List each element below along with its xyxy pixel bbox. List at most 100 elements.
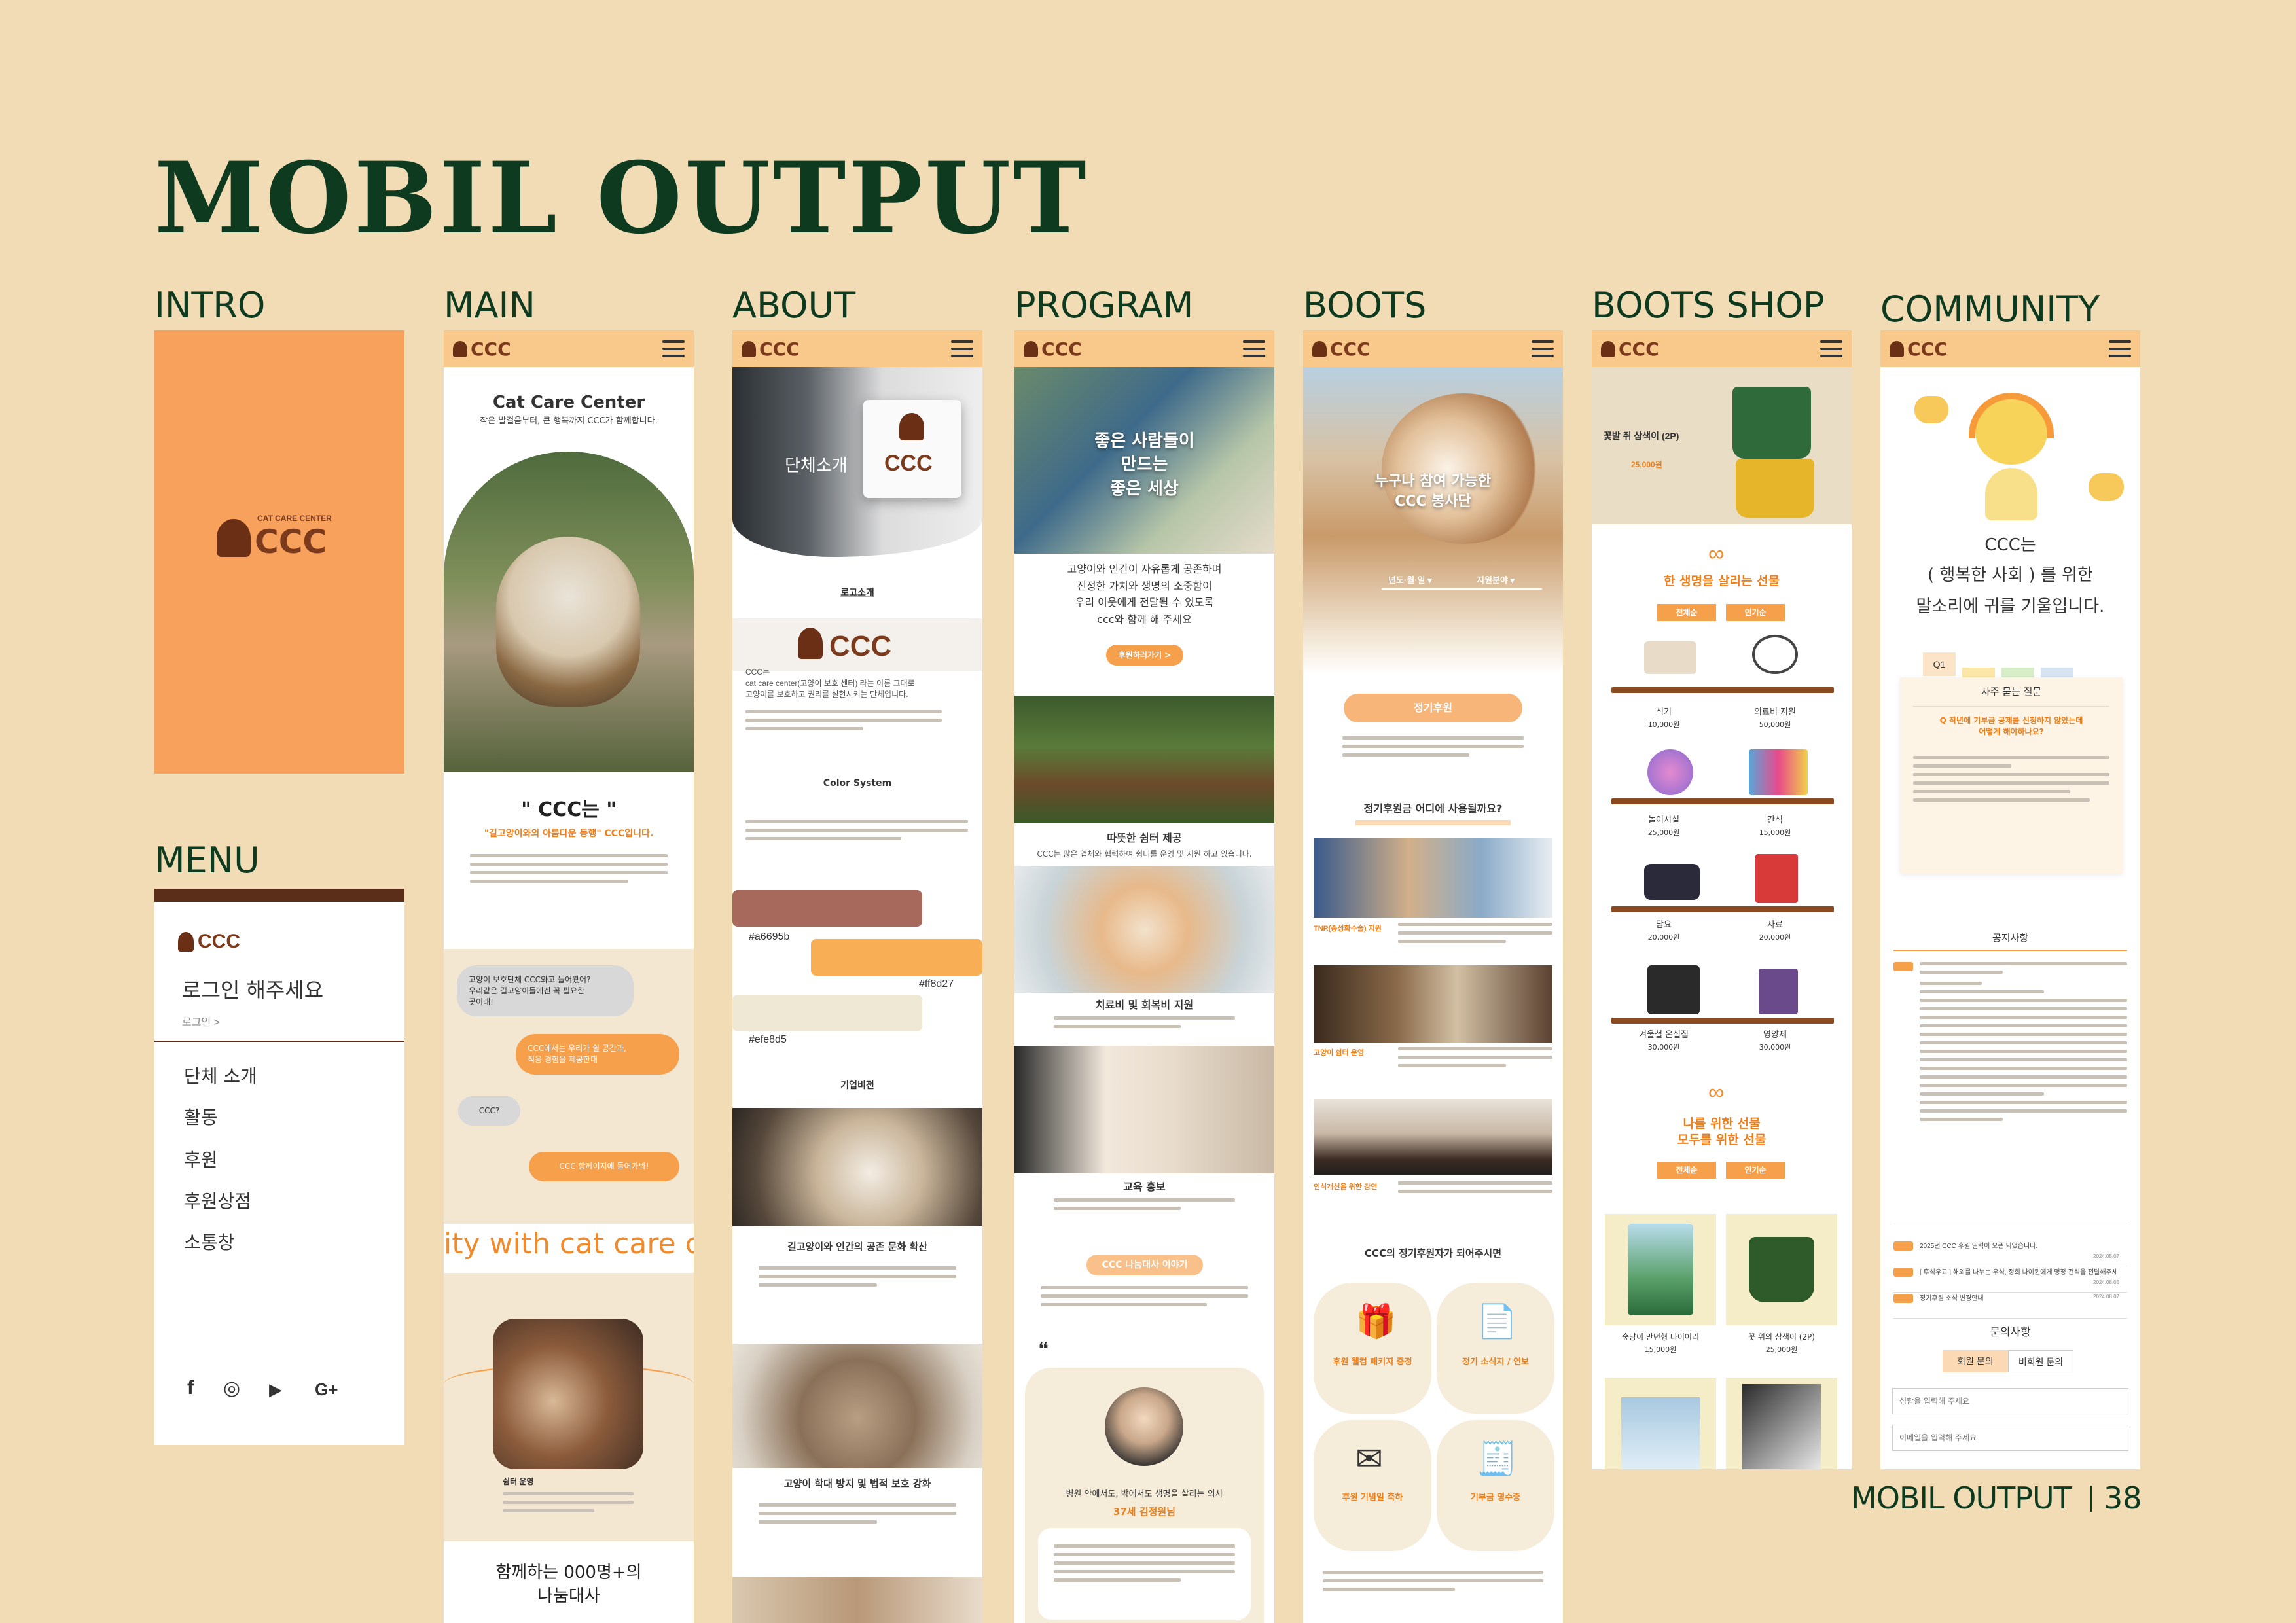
- brand-short-name: CCC: [1619, 338, 1659, 360]
- hamburger-menu-icon[interactable]: [1532, 340, 1554, 357]
- menu-item-activity[interactable]: 활동: [184, 1103, 218, 1130]
- login-title: 로그인 해주세요: [182, 978, 324, 1003]
- ambassador-avatar: [1105, 1387, 1183, 1466]
- hamburger-menu-icon[interactable]: [2109, 340, 2131, 357]
- color-swatch-orange: [811, 939, 982, 976]
- header-logo[interactable]: CCC: [1024, 338, 1082, 360]
- login-link[interactable]: 로그인 >: [182, 1013, 220, 1029]
- logo-showcase: CCC: [732, 618, 982, 671]
- story-sub: 37세 김정원님: [1113, 1506, 1176, 1518]
- magazine-image: [1742, 1384, 1821, 1469]
- ambassador-story-button[interactable]: CCC 나눔대사 이야기: [1086, 1255, 1203, 1275]
- cat-logo-icon: [1601, 341, 1615, 357]
- filter-field-dropdown[interactable]: 지원분야 ▾: [1477, 573, 1515, 586]
- goods-price-mug: 25,000원: [1765, 1346, 1798, 1354]
- header-logo[interactable]: CCC: [1890, 338, 1948, 360]
- receipt-icon: 🧾: [1477, 1440, 1518, 1477]
- main-subtitle: 작은 발걸음부터, 큰 행복까지 CCC가 함께합니다.: [480, 416, 658, 426]
- hamburger-menu-icon[interactable]: [1820, 340, 1842, 357]
- brand-short-name: CCC: [829, 630, 892, 662]
- brand-short-name: CCC: [471, 338, 511, 360]
- notice-section-title: 공지사항: [1992, 932, 2029, 944]
- email-input[interactable]: [1892, 1425, 2128, 1451]
- intro-screen: CAT CARE CENTER CCC: [154, 330, 404, 774]
- shelter-card-photo: [493, 1319, 643, 1469]
- program-header: CCC: [1014, 330, 1274, 367]
- sort-all-tab-2[interactable]: 전체순: [1657, 1162, 1716, 1179]
- facebook-icon[interactable]: f: [187, 1377, 194, 1399]
- product-price-feed: 20,000원: [1759, 933, 1791, 942]
- notice-row-3[interactable]: 정기후원 소식 변경안내 2024.08.07: [1893, 1293, 2127, 1319]
- brand-short-name: CCC: [255, 523, 327, 561]
- notice-row-2[interactable]: [ 후식우교 ] 해외를 나누는 우식, 정회 나이퀸에게 명정 건식을 전달해…: [1893, 1266, 2127, 1293]
- goods-price-diary: 15,000원: [1644, 1346, 1677, 1354]
- chat-bubble-4: CCC 함께이지에 들어가봐!: [529, 1152, 679, 1181]
- sort-popular-tab[interactable]: 인기순: [1726, 604, 1785, 621]
- about-hero: 단체소개 CCC: [732, 367, 982, 557]
- header-logo[interactable]: CCC: [1601, 338, 1659, 360]
- product-name-feed: 사료: [1767, 920, 1783, 930]
- hamburger-menu-icon[interactable]: [951, 340, 973, 357]
- benefit-label-newsletter: 정기 소식지 / 연보: [1462, 1357, 1530, 1367]
- community-headline-1: CCC는: [1984, 535, 2036, 555]
- menu-item-donate[interactable]: 후원: [184, 1146, 218, 1172]
- program-hero-text: 좋은 사람들이 만드는 좋은 세상: [1094, 431, 1194, 499]
- menu-item-community[interactable]: 소통창: [184, 1228, 234, 1255]
- inquiry-tab-member[interactable]: 회원 문의: [1943, 1350, 2008, 1372]
- program-2-title: 치료비 및 회복비 지원: [1095, 999, 1194, 1011]
- benefit-footnotes: [1323, 1571, 1543, 1596]
- speech-bubble-icon: [1914, 396, 1948, 423]
- sort-popular-tab-2[interactable]: 인기순: [1726, 1162, 1785, 1179]
- filter-date-dropdown[interactable]: 년도·월·일 ▾: [1388, 573, 1432, 586]
- label-about: ABOUT: [732, 285, 856, 326]
- header-logo[interactable]: CCC: [453, 338, 511, 360]
- marquee-text: ity with cat care ce: [444, 1227, 694, 1260]
- cat-logo-icon: [178, 932, 194, 952]
- usage-photo-lecture: [1314, 1099, 1552, 1175]
- header-logo[interactable]: CCC: [742, 338, 800, 360]
- ribbon-icon: ∞: [1708, 1080, 1725, 1105]
- menu-item-shop[interactable]: 후원상점: [184, 1187, 251, 1213]
- usage-text-shelter: [1398, 1047, 1552, 1073]
- youtube-icon[interactable]: ▶: [269, 1380, 282, 1400]
- usage-question: 정기후원금 어디에 사용될까요?: [1363, 802, 1503, 815]
- goods-card-mug: [1726, 1214, 1837, 1325]
- google-plus-icon[interactable]: G+: [315, 1380, 338, 1400]
- vision-2-text: [759, 1503, 956, 1529]
- color-swatch-brown: [732, 890, 922, 927]
- section-subtitle: "길고양이와의 아름다운 동행" CCC입니다.: [484, 829, 654, 839]
- brand-short-name: CCC: [1907, 338, 1948, 360]
- notice-featured-text: [1920, 962, 2127, 1126]
- color-swatch-cream: [732, 995, 922, 1031]
- hero-cat-figure: [1382, 393, 1545, 544]
- shelf-1: [1611, 687, 1834, 693]
- product-house: [1647, 965, 1700, 1014]
- program-1-title: 따뜻한 쉼터 제공: [1107, 832, 1182, 844]
- notice-row-1[interactable]: 2025년 CCC 후원 일력이 오픈 되었습니다. 2024.05.07: [1893, 1240, 2127, 1266]
- header-logo[interactable]: CCC: [1312, 338, 1371, 360]
- sort-all-tab[interactable]: 전체순: [1657, 604, 1716, 621]
- donate-cta-button[interactable]: 후원하러가기 >: [1106, 645, 1183, 666]
- product-snack: [1749, 749, 1808, 795]
- goods-card-diary: [1605, 1214, 1716, 1325]
- faq-tab-q1[interactable]: Q1: [1923, 652, 1956, 676]
- label-menu: MENU: [154, 840, 260, 881]
- menu-item-about[interactable]: 단체 소개: [184, 1062, 257, 1088]
- main-header: CCC: [444, 330, 694, 367]
- notice-row-3-date: 2024.08.07: [2093, 1294, 2120, 1300]
- inquiry-tab-guest[interactable]: 비회원 문의: [2008, 1350, 2073, 1372]
- headset-character-icon: [1962, 393, 2060, 524]
- color-section-text: [745, 820, 968, 846]
- shelter-card-title: 쉼터 운영: [503, 1477, 534, 1486]
- program-3-title: 교육 홍보: [1123, 1181, 1166, 1193]
- vision-photo-3: [732, 1577, 982, 1623]
- instagram-icon[interactable]: ◎: [223, 1377, 240, 1400]
- hamburger-menu-icon[interactable]: [662, 340, 685, 357]
- community-headline-3: 말소리에 귀를 기울입니다.: [1916, 597, 2105, 616]
- document-icon: 📄: [1477, 1303, 1518, 1340]
- regular-donation-button[interactable]: 정기후원: [1344, 694, 1522, 722]
- notice-row-2-title: [ 후식우교 ] 해외를 나누는 우식, 정회 나이퀸에게 명정 건식을 전달해…: [1920, 1269, 2116, 1276]
- hamburger-menu-icon[interactable]: [1243, 340, 1265, 357]
- shelter-photo: [1014, 696, 1274, 823]
- name-input[interactable]: [1892, 1388, 2128, 1414]
